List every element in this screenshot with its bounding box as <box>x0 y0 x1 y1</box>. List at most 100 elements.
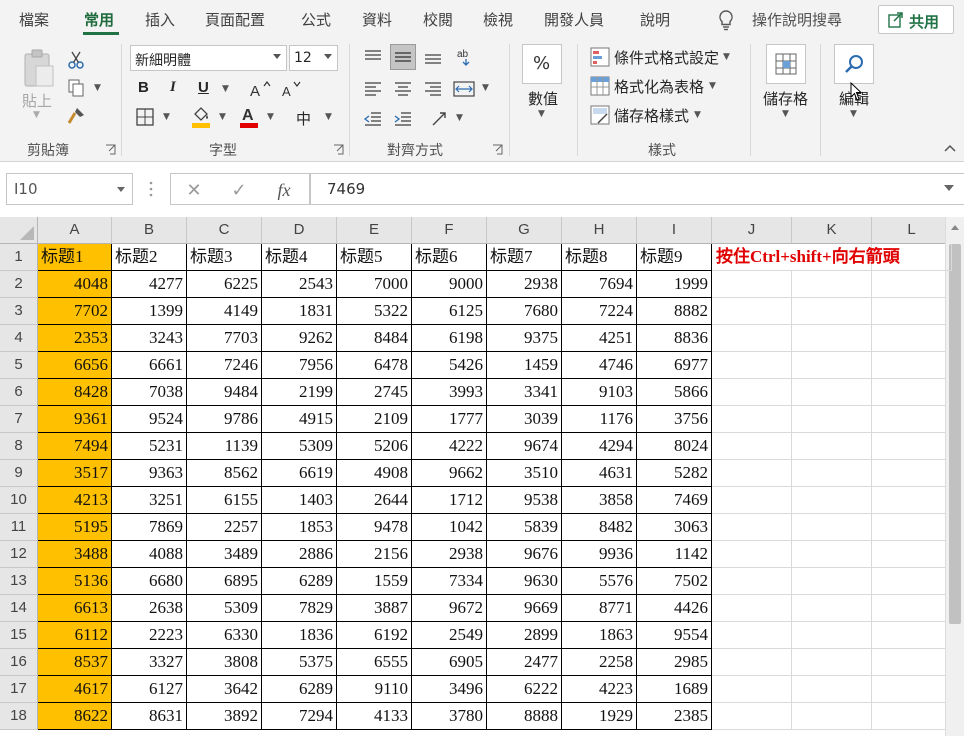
table-cell[interactable]: 7224 <box>562 298 637 325</box>
table-header-cell[interactable]: 标题4 <box>262 244 337 271</box>
table-cell[interactable]: 2543 <box>262 271 337 298</box>
table-cell[interactable]: 1929 <box>562 703 637 730</box>
tab-help[interactable]: 說明 <box>640 9 670 30</box>
table-cell[interactable]: 1777 <box>412 406 487 433</box>
table-cell[interactable]: 3039 <box>487 406 562 433</box>
table-cell[interactable]: 9630 <box>487 568 562 595</box>
tab-home[interactable]: 常用 <box>84 9 114 30</box>
row-header[interactable]: 18 <box>0 703 38 730</box>
table-cell[interactable]: 9478 <box>337 514 412 541</box>
column-header-a[interactable]: A <box>38 217 112 244</box>
table-cell[interactable]: 3510 <box>487 460 562 487</box>
table-cell[interactable]: 5426 <box>412 352 487 379</box>
table-cell[interactable] <box>792 352 872 379</box>
table-cell[interactable] <box>712 325 792 352</box>
table-cell[interactable] <box>712 379 792 406</box>
table-cell[interactable] <box>872 271 952 298</box>
format-table-icon-button[interactable] <box>590 76 610 96</box>
table-cell[interactable]: 8482 <box>562 514 637 541</box>
underline-button[interactable]: U <box>198 79 209 96</box>
table-cell[interactable]: 4048 <box>38 271 112 298</box>
table-cell[interactable]: 2257 <box>187 514 262 541</box>
phonetic-dropdown-arrow[interactable]: ▼ <box>325 112 332 122</box>
table-cell[interactable]: 4277 <box>112 271 187 298</box>
table-cell[interactable]: 8428 <box>38 379 112 406</box>
table-cell[interactable]: 3488 <box>38 541 112 568</box>
table-cell[interactable]: 9000 <box>412 271 487 298</box>
table-cell[interactable]: 6192 <box>337 622 412 649</box>
table-cell[interactable]: 5839 <box>487 514 562 541</box>
font-name-select[interactable]: 新細明體 <box>130 45 287 71</box>
text-direction-button[interactable]: ab <box>452 46 476 68</box>
table-header-cell[interactable]: 标题9 <box>637 244 712 271</box>
editing-button[interactable] <box>834 44 874 84</box>
table-cell[interactable]: 1689 <box>637 676 712 703</box>
table-header-cell[interactable]: 标题8 <box>562 244 637 271</box>
dialog-launcher-icon[interactable] <box>492 144 503 155</box>
table-cell[interactable] <box>712 622 792 649</box>
table-cell[interactable]: 4223 <box>562 676 637 703</box>
column-header-h[interactable]: H <box>562 217 637 244</box>
table-cell[interactable]: 4294 <box>562 433 637 460</box>
table-cell[interactable]: 7869 <box>112 514 187 541</box>
table-cell[interactable] <box>792 406 872 433</box>
cancel-icon[interactable]: ✕ <box>179 178 209 202</box>
table-cell[interactable]: 8484 <box>337 325 412 352</box>
table-cell[interactable]: 6127 <box>112 676 187 703</box>
table-cell[interactable] <box>872 379 952 406</box>
table-cell[interactable]: 4149 <box>187 298 262 325</box>
row-header[interactable]: 6 <box>0 379 38 406</box>
table-cell[interactable] <box>792 568 872 595</box>
table-cell[interactable]: 1399 <box>112 298 187 325</box>
align-bottom-button[interactable] <box>421 46 445 68</box>
column-header-f[interactable]: F <box>412 217 487 244</box>
table-cell[interactable]: 9672 <box>412 595 487 622</box>
table-cell[interactable]: 9375 <box>487 325 562 352</box>
lightbulb-icon[interactable] <box>716 9 736 31</box>
paste-label[interactable]: 貼上 <box>22 90 52 111</box>
table-cell[interactable]: 1459 <box>487 352 562 379</box>
table-cell[interactable]: 1712 <box>412 487 487 514</box>
align-right-button[interactable] <box>421 78 445 100</box>
table-cell[interactable] <box>712 433 792 460</box>
table-cell[interactable]: 6613 <box>38 595 112 622</box>
table-cell[interactable]: 5309 <box>262 433 337 460</box>
row-header[interactable]: 7 <box>0 406 38 433</box>
wrap-text-button[interactable] <box>452 78 476 100</box>
table-cell[interactable]: 2109 <box>337 406 412 433</box>
table-cell[interactable]: 8562 <box>187 460 262 487</box>
align-center-button[interactable] <box>391 78 415 100</box>
table-cell[interactable]: 2385 <box>637 703 712 730</box>
align-top-button[interactable] <box>361 46 385 68</box>
table-header-cell[interactable]: 标题7 <box>487 244 562 271</box>
table-cell[interactable]: 7680 <box>487 298 562 325</box>
bold-button[interactable]: B <box>138 79 149 96</box>
paste-dropdown-arrow[interactable]: ▼ <box>33 110 40 120</box>
borders-button[interactable] <box>134 106 156 128</box>
increase-font-button[interactable]: A <box>248 78 272 100</box>
table-cell[interactable]: 7829 <box>262 595 337 622</box>
table-cell[interactable]: 6555 <box>337 649 412 676</box>
table-cell[interactable]: 4213 <box>38 487 112 514</box>
table-cell[interactable]: 3063 <box>637 514 712 541</box>
conditional-formatting-button[interactable]: 條件式格式設定 <box>614 47 719 68</box>
column-header-d[interactable]: D <box>262 217 337 244</box>
table-cell[interactable]: 1559 <box>337 568 412 595</box>
table-cell[interactable]: 3892 <box>187 703 262 730</box>
table-cell[interactable]: 6225 <box>187 271 262 298</box>
table-cell[interactable]: 5195 <box>38 514 112 541</box>
table-cell[interactable]: 5282 <box>637 460 712 487</box>
table-cell[interactable] <box>712 352 792 379</box>
table-cell[interactable]: 3243 <box>112 325 187 352</box>
table-cell[interactable]: 3517 <box>38 460 112 487</box>
table-cell[interactable]: 3496 <box>412 676 487 703</box>
drag-handle-icon[interactable] <box>149 179 153 199</box>
row-header[interactable]: 4 <box>0 325 38 352</box>
table-cell[interactable] <box>872 703 952 730</box>
table-cell[interactable]: 2223 <box>112 622 187 649</box>
table-cell[interactable] <box>872 298 952 325</box>
paste-button[interactable] <box>18 46 58 92</box>
conditional-dropdown-arrow[interactable]: ▼ <box>723 52 730 62</box>
tab-review[interactable]: 校閱 <box>423 9 453 30</box>
table-cell[interactable]: 3858 <box>562 487 637 514</box>
